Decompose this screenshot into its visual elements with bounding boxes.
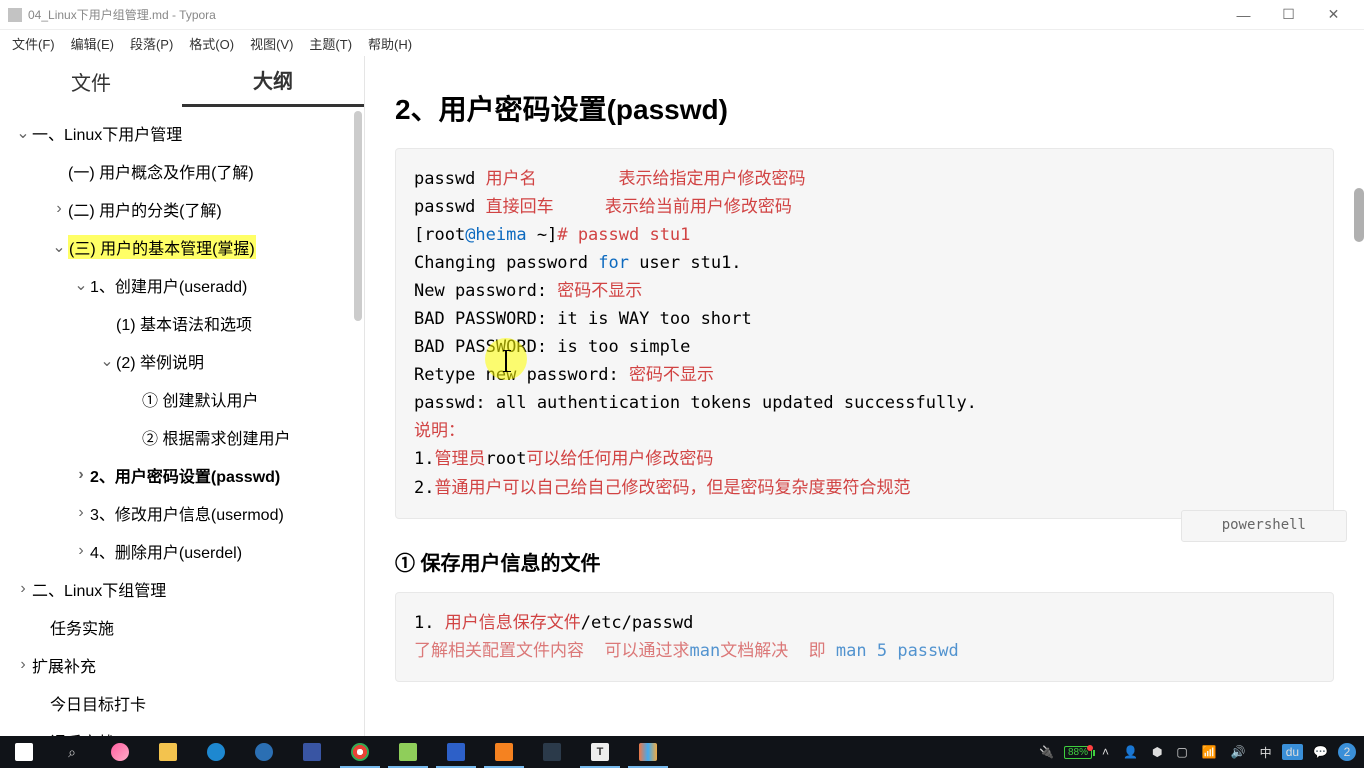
tray-up-icon[interactable]: ˄ (1098, 745, 1113, 759)
chevron-right-icon[interactable] (72, 504, 90, 522)
outline-label: 2、用户密码设置(passwd) (90, 463, 280, 487)
app-icon (8, 8, 22, 22)
menubar: 文件(F) 编辑(E) 段落(P) 格式(O) 视图(V) 主题(T) 帮助(H… (0, 30, 1364, 56)
taskbar-app-dark[interactable] (528, 736, 576, 768)
outline-item[interactable]: (二) 用户的分类(了解) (4, 190, 364, 228)
taskbar-vmware[interactable] (480, 736, 528, 768)
chevron-right-icon[interactable] (14, 656, 32, 674)
start-button[interactable] (0, 736, 48, 768)
outline-item[interactable]: 课后实战 (4, 722, 364, 736)
taskbar-app-blue[interactable] (432, 736, 480, 768)
outline-label: 扩展补充 (32, 653, 96, 677)
close-button[interactable]: ✕ (1311, 0, 1356, 30)
outline-item[interactable]: ② 根据需求创建用户 (4, 418, 364, 456)
outline-label: 4、删除用户(userdel) (90, 539, 242, 563)
outline-item[interactable]: (三) 用户的基本管理(掌握) (4, 228, 364, 266)
outline-label: (1) 基本语法和选项 (116, 311, 252, 335)
outline-item[interactable]: 一、Linux下用户管理 (4, 114, 364, 152)
maximize-button[interactable]: ☐ (1266, 0, 1311, 30)
outline-item[interactable]: 2、用户密码设置(passwd) (4, 456, 364, 494)
tab-outline[interactable]: 大纲 (182, 55, 364, 107)
taskbar-notepad[interactable] (384, 736, 432, 768)
outline-label: (三) 用户的基本管理(掌握) (68, 235, 256, 259)
tray-display-icon[interactable]: ▢ (1172, 745, 1191, 759)
chevron-down-icon[interactable] (72, 275, 90, 295)
tray-people-icon[interactable]: 👤 (1119, 745, 1142, 759)
taskbar-file-explorer[interactable] (144, 736, 192, 768)
outline-label: ① 创建默认用户 (142, 387, 258, 411)
tab-files[interactable]: 文件 (0, 57, 182, 106)
outline-label: 今日目标打卡 (50, 691, 146, 715)
outline-item[interactable]: 4、删除用户(userdel) (4, 532, 364, 570)
taskbar-edge[interactable] (192, 736, 240, 768)
search-button[interactable]: ⌕ (48, 736, 96, 768)
outline-label: 一、Linux下用户管理 (32, 121, 182, 145)
outline-item[interactable]: (一) 用户概念及作用(了解) (4, 152, 364, 190)
outline-label: (一) 用户概念及作用(了解) (68, 159, 254, 183)
outline-item[interactable]: (1) 基本语法和选项 (4, 304, 364, 342)
chevron-down-icon[interactable] (98, 351, 116, 371)
window-title: 04_Linux下用户组管理.md - Typora (28, 6, 216, 23)
outline-label: (2) 举例说明 (116, 349, 204, 373)
outline-item[interactable]: 1、创建用户(useradd) (4, 266, 364, 304)
outline-label: ② 根据需求创建用户 (142, 425, 290, 449)
menu-paragraph[interactable]: 段落(P) (122, 32, 181, 55)
outline-label: 3、修改用户信息(usermod) (90, 501, 284, 525)
sidebar: 文件 大纲 一、Linux下用户管理 (一) 用户概念及作用(了解) (二) 用户的… (0, 56, 365, 736)
taskbar[interactable]: ⌕ T 🔌 88% ˄ 👤 ⬢ ▢ 📶 🔊 中 du 💬 2 (0, 736, 1364, 768)
outline-item[interactable]: 3、修改用户信息(usermod) (4, 494, 364, 532)
minimize-button[interactable]: — (1221, 0, 1266, 30)
taskbar-chrome[interactable] (336, 736, 384, 768)
tray-ime-zh[interactable]: 中 (1256, 744, 1276, 761)
titlebar: 04_Linux下用户组管理.md - Typora — ☐ ✕ (0, 0, 1364, 30)
outline-list[interactable]: 一、Linux下用户管理 (一) 用户概念及作用(了解) (二) 用户的分类(了解)… (0, 106, 364, 736)
tray-wifi-icon[interactable]: 📶 (1198, 745, 1221, 759)
chevron-down-icon[interactable] (50, 237, 68, 257)
tray-bluetooth-icon[interactable]: ⬢ (1148, 745, 1166, 759)
code-block-files[interactable]: 1. 用户信息保存文件/etc/passwd 了解相关配置文件内容 可以通过求m… (395, 592, 1334, 682)
code-lang-label[interactable]: powershell (1181, 510, 1347, 541)
outline-item[interactable]: 扩展补充 (4, 646, 364, 684)
code-block-passwd[interactable]: passwd 用户名 表示给指定用户修改密码 passwd 直接回车 表示给当前… (395, 148, 1334, 519)
tray-volume-icon[interactable]: 🔊 (1227, 745, 1250, 759)
chevron-right-icon[interactable] (72, 466, 90, 484)
taskbar-visio[interactable] (288, 736, 336, 768)
taskbar-app-color[interactable] (624, 736, 672, 768)
tray-ime-du[interactable]: du (1282, 744, 1303, 760)
chevron-right-icon[interactable] (50, 200, 68, 218)
outline-item[interactable]: (2) 举例说明 (4, 342, 364, 380)
tray-power-icon[interactable]: 🔌 (1035, 745, 1058, 759)
menu-file[interactable]: 文件(F) (4, 32, 63, 55)
outline-label: 任务实施 (50, 615, 114, 639)
tray-battery[interactable]: 88% (1064, 746, 1092, 759)
editor-content[interactable]: 2、用户密码设置(passwd) passwd 用户名 表示给指定用户修改密码 … (365, 56, 1364, 736)
chevron-down-icon[interactable] (14, 123, 32, 143)
sidebar-scrollbar[interactable] (354, 111, 362, 321)
heading-save-file: ① 保存用户信息的文件 (395, 547, 1334, 576)
heading-passwd: 2、用户密码设置(passwd) (395, 88, 1334, 128)
outline-item[interactable]: 今日目标打卡 (4, 684, 364, 722)
menu-theme[interactable]: 主题(T) (301, 32, 360, 55)
menu-help[interactable]: 帮助(H) (360, 32, 420, 55)
tray-badge[interactable]: 2 (1338, 743, 1356, 761)
outline-item[interactable]: ① 创建默认用户 (4, 380, 364, 418)
menu-view[interactable]: 视图(V) (242, 32, 301, 55)
outline-label: (二) 用户的分类(了解) (68, 197, 222, 221)
chevron-right-icon[interactable] (72, 542, 90, 560)
menu-edit[interactable]: 编辑(E) (63, 32, 122, 55)
taskbar-paint[interactable] (240, 736, 288, 768)
menu-format[interactable]: 格式(O) (181, 32, 242, 55)
chevron-right-icon[interactable] (14, 580, 32, 598)
tray-notifications-icon[interactable]: 💬 (1309, 745, 1332, 759)
outline-label: 二、Linux下组管理 (32, 577, 166, 601)
outline-item[interactable]: 二、Linux下组管理 (4, 570, 364, 608)
outline-item[interactable]: 任务实施 (4, 608, 364, 646)
content-scrollbar[interactable] (1354, 188, 1364, 242)
taskbar-app-1[interactable] (96, 736, 144, 768)
outline-label: 1、创建用户(useradd) (90, 273, 247, 297)
outline-label: 课后实战 (50, 729, 114, 736)
taskbar-typora[interactable]: T (576, 736, 624, 768)
